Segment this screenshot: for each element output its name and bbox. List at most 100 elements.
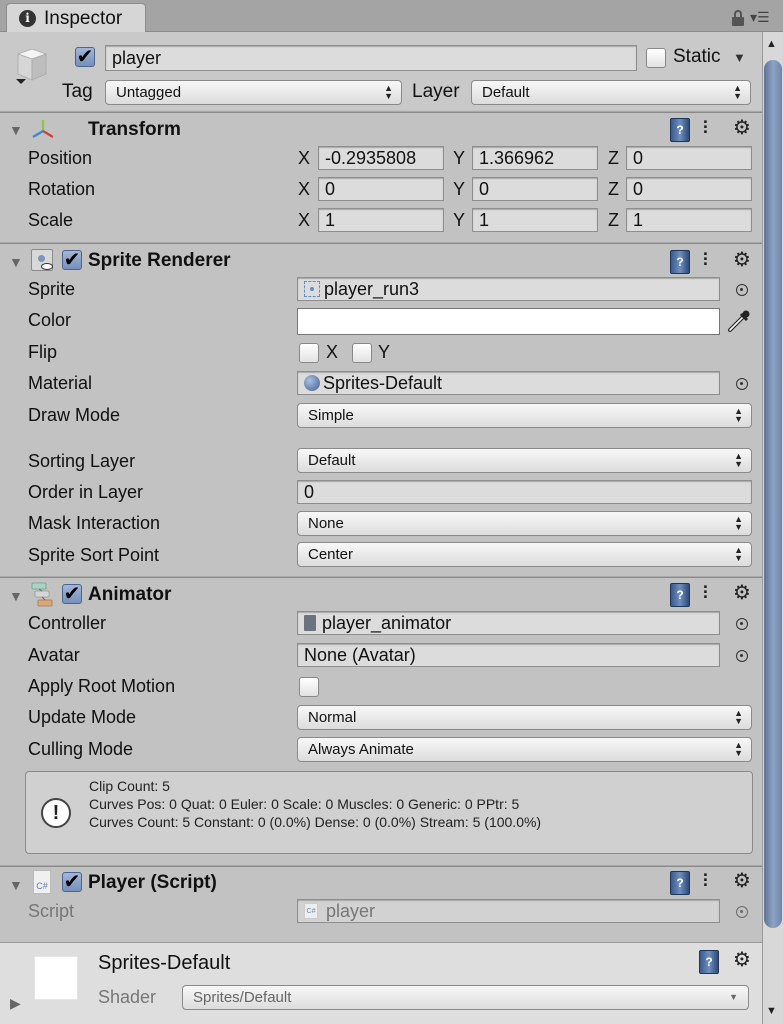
static-dropdown-icon[interactable]: ▼ — [733, 50, 746, 65]
info-icon: i — [19, 10, 36, 27]
sprite-renderer-foldout-icon[interactable]: ▼ — [9, 254, 23, 270]
help-book-icon[interactable]: ? — [699, 950, 719, 974]
script-object-field: C# player — [297, 899, 720, 923]
scale-z-input[interactable]: 1 — [626, 208, 752, 232]
order-in-layer-label: Order in Layer — [28, 482, 144, 502]
script-label: Script — [28, 901, 75, 921]
popup-arrows-icon: ▲ ▼ — [733, 83, 742, 101]
scale-y-label[interactable]: Y — [453, 210, 465, 231]
scale-z-label[interactable]: Z — [608, 210, 619, 231]
rotation-z-label[interactable]: Z — [608, 179, 619, 200]
position-z-input[interactable]: 0 — [626, 146, 752, 170]
popup-arrows-icon: ▲ ▼ — [384, 83, 393, 101]
gear-icon[interactable]: ⚙ — [733, 115, 751, 140]
apply-root-motion-label: Apply Root Motion — [28, 676, 176, 696]
eyedropper-icon[interactable] — [726, 308, 752, 334]
tag-dropdown[interactable]: Untagged ▲ ▼ — [105, 80, 402, 105]
animator-title[interactable]: Animator — [88, 584, 171, 606]
gameobject-cube-icon[interactable] — [12, 46, 52, 86]
controller-value: player_animator — [322, 612, 452, 633]
player-script-title[interactable]: Player (Script) — [88, 872, 217, 894]
lock-icon[interactable] — [732, 10, 744, 26]
popup-arrows-icon: ▲ ▼ — [734, 545, 743, 563]
preset-icon[interactable]: ⫶ — [703, 250, 708, 271]
gear-icon[interactable]: ⚙ — [733, 947, 751, 972]
position-y-input[interactable]: 1.366962 — [472, 146, 598, 170]
layer-dropdown[interactable]: Default ▲ ▼ — [471, 80, 751, 105]
tab-inspector[interactable]: i Inspector — [6, 3, 146, 33]
object-picker-icon[interactable] — [736, 650, 748, 662]
object-picker-icon[interactable] — [736, 618, 748, 630]
position-x-value: -0.2935808 — [325, 147, 417, 168]
position-x-input[interactable]: -0.2935808 — [318, 146, 444, 170]
color-field[interactable] — [297, 308, 720, 335]
draw-mode-value: Simple — [308, 407, 354, 424]
sorting-layer-dropdown[interactable]: Default ▲ ▼ — [297, 448, 752, 473]
flip-x-checkbox[interactable] — [299, 343, 319, 363]
position-z-value: 0 — [633, 147, 644, 168]
help-book-icon[interactable]: ? — [670, 250, 690, 274]
scale-x-input[interactable]: 1 — [318, 208, 444, 232]
draw-mode-dropdown[interactable]: Simple ▲ ▼ — [297, 403, 752, 428]
rotation-x-input[interactable]: 0 — [318, 177, 444, 201]
player-script-foldout-icon[interactable]: ▼ — [9, 877, 23, 893]
gear-icon[interactable]: ⚙ — [733, 247, 751, 272]
info-line: Clip Count: 5 — [89, 778, 170, 794]
gameobject-name-value: player — [112, 47, 162, 68]
rotation-x-label[interactable]: X — [298, 179, 310, 200]
sprite-renderer-enabled-checkbox[interactable]: ✔ — [62, 250, 82, 270]
preset-icon[interactable]: ⫶ — [703, 583, 708, 604]
scale-y-input[interactable]: 1 — [472, 208, 598, 232]
position-z-label[interactable]: Z — [608, 148, 619, 169]
material-object-field[interactable]: Sprites-Default — [297, 371, 720, 395]
mask-interaction-dropdown[interactable]: None ▲ ▼ — [297, 511, 752, 536]
preset-icon[interactable]: ⫶ — [703, 871, 708, 892]
gear-icon[interactable]: ⚙ — [733, 580, 751, 605]
gameobject-active-checkbox[interactable]: ✔ — [75, 47, 95, 67]
transform-foldout-icon[interactable]: ▼ — [9, 122, 23, 138]
flip-y-checkbox[interactable] — [352, 343, 372, 363]
animator-icon — [30, 582, 54, 608]
help-book-icon[interactable]: ? — [670, 118, 690, 142]
preset-icon[interactable]: ⫶ — [703, 118, 708, 139]
position-x-label[interactable]: X — [298, 148, 310, 169]
help-book-icon[interactable]: ? — [670, 583, 690, 607]
csharp-script-icon: C# — [33, 870, 51, 894]
position-y-label[interactable]: Y — [453, 148, 465, 169]
rotation-y-input[interactable]: 0 — [472, 177, 598, 201]
scroll-down-arrow-icon[interactable]: ▼ — [766, 1005, 777, 1017]
help-book-icon[interactable]: ? — [670, 871, 690, 895]
object-picker-icon[interactable] — [736, 378, 748, 390]
scale-x-label[interactable]: X — [298, 210, 310, 231]
tag-label: Tag — [62, 81, 93, 102]
shader-dropdown[interactable]: Sprites/Default ▼ — [182, 985, 749, 1010]
object-picker-icon[interactable] — [736, 284, 748, 296]
sprite-sort-point-dropdown[interactable]: Center ▲ ▼ — [297, 542, 752, 567]
sprite-renderer-title[interactable]: Sprite Renderer — [88, 250, 231, 272]
rotation-z-input[interactable]: 0 — [626, 177, 752, 201]
order-in-layer-input[interactable]: 0 — [297, 480, 752, 504]
object-picker-icon — [736, 906, 748, 918]
menu-icon[interactable]: ▾☰ — [750, 9, 770, 26]
material-foldout-icon[interactable]: ▶ — [10, 995, 21, 1012]
controller-object-field[interactable]: player_animator — [297, 611, 720, 635]
static-checkbox[interactable] — [646, 48, 666, 68]
apply-root-motion-checkbox[interactable] — [299, 677, 319, 697]
animator-enabled-checkbox[interactable]: ✔ — [62, 584, 82, 604]
gear-icon[interactable]: ⚙ — [733, 868, 751, 893]
player-script-enabled-checkbox[interactable]: ✔ — [62, 872, 82, 892]
tag-value: Untagged — [116, 84, 182, 101]
update-mode-dropdown[interactable]: Normal ▲ ▼ — [297, 705, 752, 730]
culling-mode-dropdown[interactable]: Always Animate ▲ ▼ — [297, 737, 752, 762]
gameobject-name-input[interactable]: player — [105, 45, 637, 71]
sprite-object-field[interactable]: player_run3 — [297, 277, 720, 301]
scrollbar-thumb[interactable] — [764, 60, 782, 928]
transform-title[interactable]: Transform — [88, 119, 181, 141]
rotation-y-label[interactable]: Y — [453, 179, 465, 200]
transform-axis-icon — [30, 118, 56, 140]
avatar-object-field[interactable]: None (Avatar) — [297, 643, 720, 667]
sorting-layer-label: Sorting Layer — [28, 451, 136, 471]
scroll-up-arrow-icon[interactable]: ▲ — [766, 38, 777, 50]
rotation-z-value: 0 — [633, 178, 644, 199]
animator-foldout-icon[interactable]: ▼ — [9, 588, 23, 604]
